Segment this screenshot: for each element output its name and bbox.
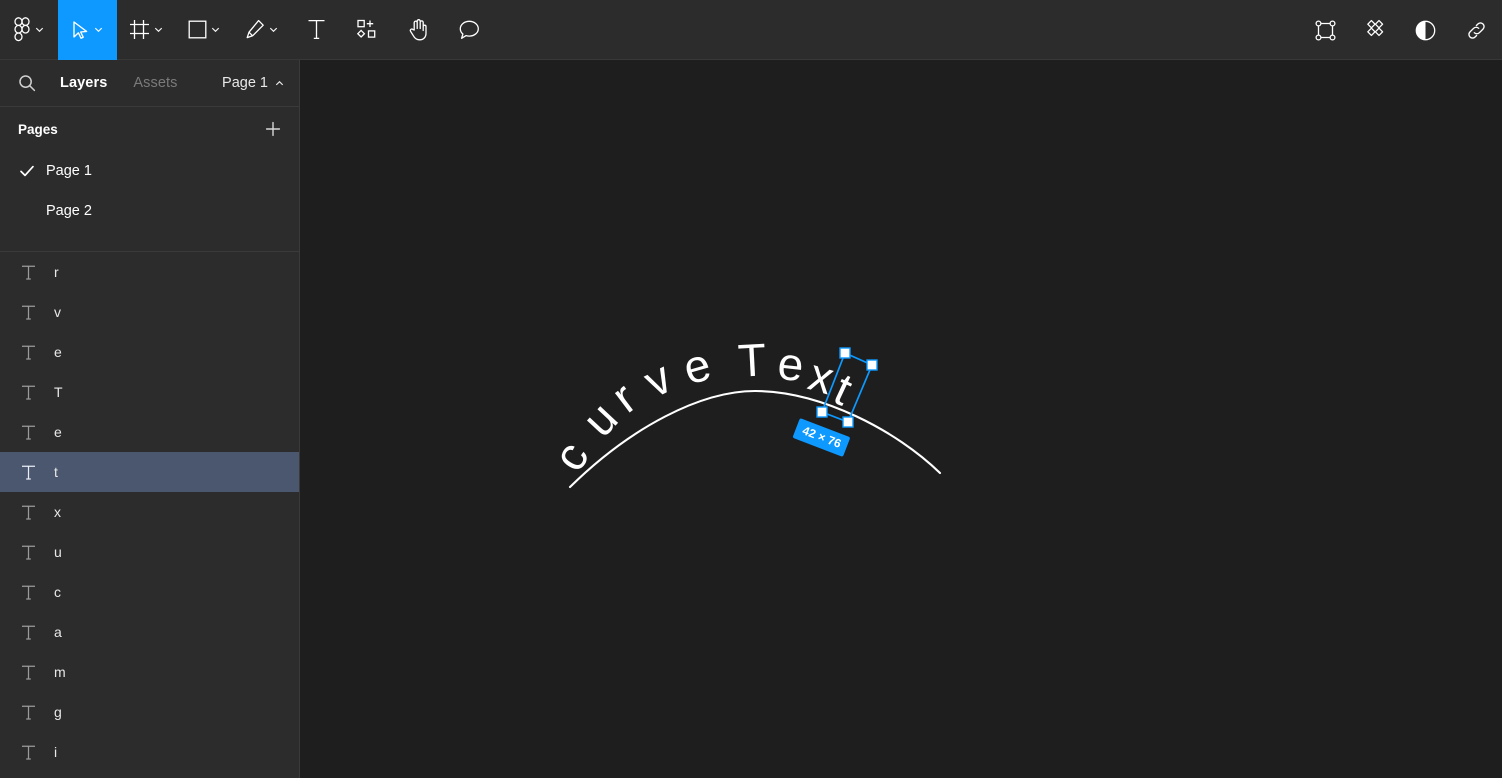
layer-row[interactable]: T — [0, 372, 299, 412]
shape-tool[interactable] — [175, 0, 233, 60]
text-layer-icon — [20, 264, 37, 281]
layer-name: i — [54, 744, 57, 760]
left-sidebar: Layers Assets Page 1 Pages Page 1 Page 2… — [0, 60, 300, 778]
layer-row[interactable]: u — [0, 532, 299, 572]
chevron-down-icon — [268, 24, 279, 35]
layer-name: x — [54, 504, 61, 520]
sidebar-header: Layers Assets Page 1 — [0, 60, 299, 106]
plugins-icon[interactable] — [1350, 0, 1400, 60]
curved-text-glyph[interactable]: e — [677, 337, 716, 396]
search-icon[interactable] — [18, 74, 36, 92]
figma-app-window: Layers Assets Page 1 Pages Page 1 Page 2… — [0, 0, 1502, 778]
page-item-2[interactable]: Page 2 — [0, 191, 299, 231]
chevron-up-icon — [274, 78, 285, 89]
contrast-icon[interactable] — [1400, 0, 1450, 60]
layer-name: m — [54, 664, 66, 680]
layer-name: c — [54, 584, 61, 600]
curved-text-glyph[interactable]: T — [737, 332, 768, 387]
curved-text-glyph[interactable]: v — [635, 350, 680, 409]
layer-row[interactable]: r — [0, 252, 299, 292]
text-layer-icon — [20, 504, 37, 521]
page-item-1[interactable]: Page 1 — [0, 151, 299, 191]
pages-title: Pages — [18, 122, 58, 137]
layer-row[interactable]: g — [0, 692, 299, 732]
pages-section-header: Pages — [0, 107, 299, 151]
move-tool[interactable] — [58, 0, 117, 60]
layer-name: T — [54, 384, 63, 400]
tab-layers[interactable]: Layers — [60, 75, 107, 91]
hand-tool[interactable] — [393, 0, 443, 60]
page-item-label: Page 1 — [46, 163, 92, 179]
layer-row[interactable]: i — [0, 732, 299, 772]
layers-list: r v e Te t x u c a m g i — [0, 252, 299, 772]
layer-name: g — [54, 704, 62, 720]
text-layer-icon — [20, 624, 37, 641]
top-toolbar — [0, 0, 1502, 60]
layer-name: a — [54, 624, 62, 640]
component-icon[interactable] — [1300, 0, 1350, 60]
layer-row[interactable]: m — [0, 652, 299, 692]
text-layer-icon — [20, 384, 37, 401]
text-layer-icon — [20, 424, 37, 441]
layer-row[interactable]: a — [0, 612, 299, 652]
page-item-label: Page 2 — [46, 203, 92, 219]
curved-text-glyph[interactable]: c — [542, 432, 600, 480]
chevron-down-icon — [210, 24, 221, 35]
text-layer-icon — [20, 304, 37, 321]
toolbar-right-group — [1300, 0, 1502, 60]
text-layer-icon — [20, 744, 37, 761]
layer-row[interactable]: c — [0, 572, 299, 612]
canvas-area[interactable]: curveText 42 × 76 — [301, 61, 1502, 778]
text-layer-icon — [20, 664, 37, 681]
frame-tool[interactable] — [117, 0, 175, 60]
layer-name: r — [54, 264, 59, 280]
layer-row[interactable]: t — [0, 452, 299, 492]
pen-tool[interactable] — [233, 0, 291, 60]
comment-tool[interactable] — [443, 0, 495, 60]
toolbar-left-group — [0, 0, 495, 60]
layer-row[interactable]: v — [0, 292, 299, 332]
layer-row[interactable]: e — [0, 412, 299, 452]
text-layer-icon — [20, 584, 37, 601]
chevron-down-icon — [93, 24, 104, 35]
text-layer-icon — [20, 544, 37, 561]
text-layer-icon — [20, 704, 37, 721]
tab-assets[interactable]: Assets — [133, 75, 177, 91]
text-layer-icon — [20, 464, 37, 481]
layer-name: u — [54, 544, 62, 560]
text-layer-icon — [20, 344, 37, 361]
curved-text-glyph[interactable]: e — [775, 336, 806, 392]
layer-name: v — [54, 304, 61, 320]
layer-row[interactable]: x — [0, 492, 299, 532]
figma-logo-icon[interactable] — [0, 0, 58, 60]
add-page-button[interactable] — [263, 119, 283, 139]
layer-name: t — [54, 464, 58, 480]
text-tool[interactable] — [291, 0, 341, 60]
actions-tool[interactable] — [341, 0, 393, 60]
layer-row[interactable]: e — [0, 332, 299, 372]
link-icon[interactable] — [1450, 0, 1502, 60]
chevron-down-icon — [153, 24, 164, 35]
layer-name: e — [54, 424, 62, 440]
page-selector[interactable]: Page 1 — [222, 75, 285, 91]
check-icon — [18, 162, 36, 180]
layer-name: e — [54, 344, 62, 360]
curved-text-artwork: curveText — [301, 61, 1502, 778]
page-selector-label: Page 1 — [222, 75, 268, 91]
chevron-down-icon — [34, 24, 45, 35]
